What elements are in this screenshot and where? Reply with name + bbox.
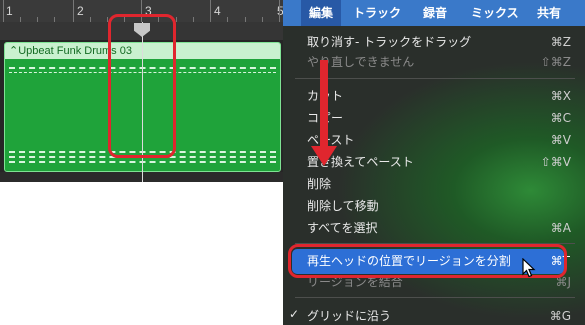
shortcut-label: ⌘C [550, 111, 571, 125]
menu-item-label: ペースト [307, 133, 355, 147]
menu-share[interactable]: 共有 [529, 0, 569, 26]
shortcut-label: ⌘X [550, 89, 571, 103]
menu-item-select-all[interactable]: すべてを選択 ⌘A [307, 218, 571, 238]
menu-item-undo[interactable]: 取り消す- トラックをドラッグ ⌘Z [307, 32, 571, 52]
menu-item-paste[interactable]: ペースト ⌘V [307, 130, 571, 150]
menu-item-cut[interactable]: カット ⌘X [307, 86, 571, 106]
menu-item-delete[interactable]: 削除 [307, 174, 571, 194]
menu-bar: 編集 トラック 録音 ミックス 共有 [283, 0, 585, 26]
checkmark-icon: ✓ [289, 307, 300, 321]
ruler-tick [279, 0, 280, 22]
menu-item-redo: やり直しできません ⇧⌘Z [307, 52, 571, 72]
ruler-tick [3, 0, 4, 22]
ruler-tick [73, 0, 74, 22]
menu-mix[interactable]: ミックス [463, 0, 527, 26]
annotation-arrow-icon [320, 60, 328, 148]
empty-area [0, 182, 283, 325]
shortcut-label: ⌘A [550, 221, 571, 235]
bar-number-4: 4 [214, 4, 221, 18]
bar-number-2: 2 [77, 4, 84, 18]
shortcut-label: ⇧⌘Z [540, 55, 571, 69]
menu-item-snap-to-grid[interactable]: グリッドに沿う ⌘G [307, 306, 571, 325]
shortcut-label: ⌘Z [550, 35, 571, 49]
menu-separator [295, 297, 575, 298]
menu-item-label: 削除して移動 [307, 199, 379, 213]
bar-number-1: 1 [6, 4, 13, 18]
shortcut-label: ⌘G [549, 309, 571, 323]
ruler-tick [210, 0, 211, 22]
menu-item-paste-replace[interactable]: 置き換えてペースト ⇧⌘V [307, 152, 571, 172]
edit-menu-dropdown: 取り消す- トラックをドラッグ ⌘Z やり直しできません ⇧⌘Z カット ⌘X … [283, 26, 585, 325]
menu-item-label: 取り消す- トラックをドラッグ [307, 35, 472, 49]
menu-record[interactable]: 録音 [415, 0, 455, 26]
menu-separator [295, 78, 575, 79]
menu-item-delete-and-move[interactable]: 削除して移動 [307, 196, 571, 216]
shortcut-label: ⌘V [550, 133, 571, 147]
menu-edit[interactable]: 編集 [301, 0, 342, 26]
menu-item-label: グリッドに沿う [307, 309, 392, 323]
menu-track[interactable]: トラック [345, 0, 409, 26]
playhead-annotation-box [108, 14, 176, 158]
shortcut-label: ⇧⌘V [540, 155, 571, 169]
mouse-pointer-icon [522, 258, 536, 278]
menu-item-label: すべてを選択 [307, 221, 378, 235]
menu-item-copy[interactable]: コピー ⌘C [307, 108, 571, 128]
menu-item-label: 削除 [307, 177, 332, 191]
